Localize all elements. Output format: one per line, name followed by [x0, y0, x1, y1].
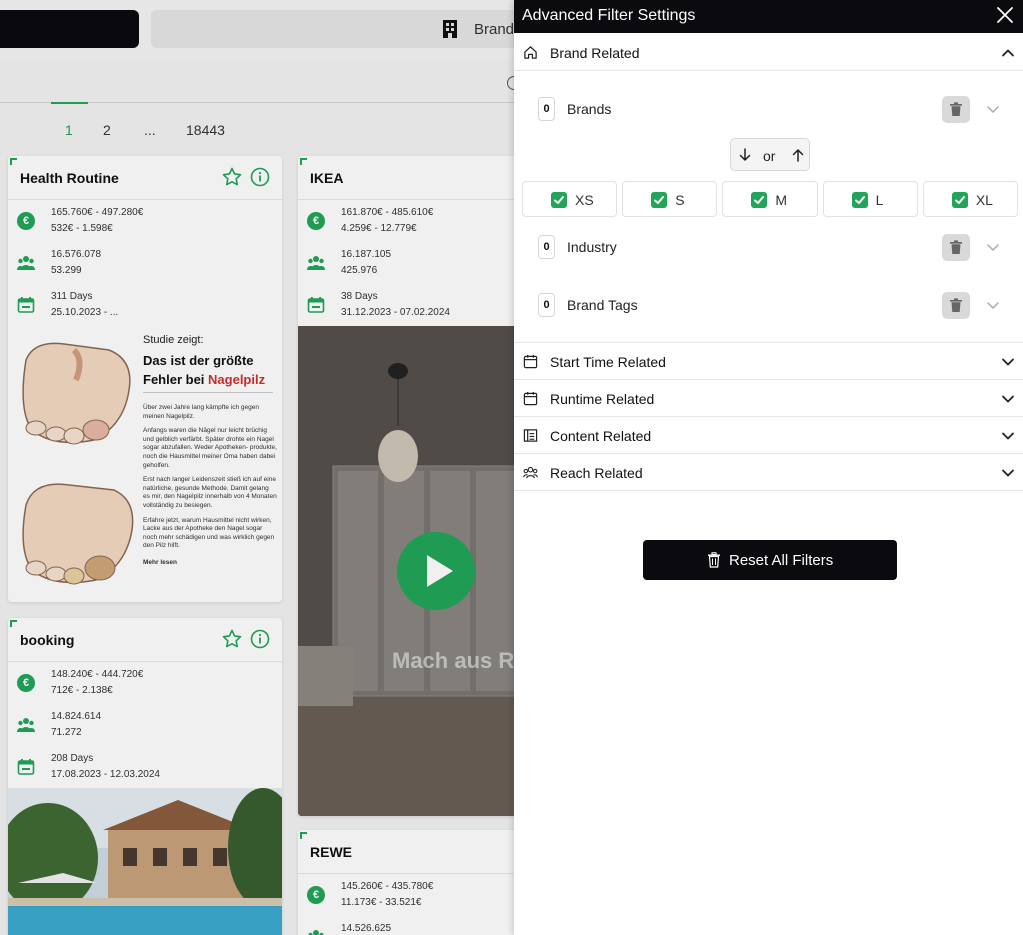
count-badge: 0 — [538, 235, 555, 259]
section-label: Runtime Related — [550, 391, 655, 407]
calendar-icon — [523, 354, 538, 369]
size-label: XS — [575, 192, 594, 208]
filter-brands[interactable]: 0 Brands — [514, 89, 1023, 129]
checkbox-icon[interactable] — [951, 192, 968, 208]
filter-label: Brand Tags — [567, 297, 638, 313]
size-label: XL — [975, 192, 993, 208]
chevron-down-icon — [1002, 432, 1014, 440]
clear-brands-button[interactable] — [942, 96, 970, 123]
section-content-related[interactable]: Content Related — [514, 417, 1023, 454]
trash-icon — [708, 552, 720, 568]
reset-all-filters-button[interactable]: Reset All Filters — [643, 540, 897, 580]
size-option-l[interactable]: L — [822, 181, 918, 217]
trash-icon — [950, 240, 962, 254]
chevron-down-icon — [1002, 395, 1014, 403]
trash-icon — [950, 298, 962, 312]
advanced-filter-panel: Advanced Filter Settings Brand Related 0… — [514, 0, 1023, 935]
section-label: Start Time Related — [550, 354, 666, 370]
filter-label: Industry — [567, 239, 617, 255]
size-option-s[interactable]: S — [622, 181, 718, 217]
filter-brand-tags[interactable]: 0 Brand Tags — [514, 285, 1023, 325]
home-icon — [524, 46, 537, 59]
clear-brand-tags-button[interactable] — [942, 292, 970, 319]
arrow-down-icon — [739, 148, 751, 161]
checkbox-icon[interactable] — [851, 192, 868, 208]
checkbox-icon[interactable] — [551, 192, 567, 208]
reset-label: Reset All Filters — [729, 552, 834, 569]
chevron-down-icon[interactable] — [986, 298, 1000, 312]
panel-header: Advanced Filter Settings — [514, 0, 1023, 33]
filter-industry[interactable]: 0 Industry — [514, 227, 1023, 267]
section-brand-related[interactable]: Brand Related — [514, 34, 1023, 71]
background-dim-overlay[interactable] — [0, 0, 514, 935]
size-filter-group: XS S M L XL — [522, 181, 1019, 217]
section-reach-related[interactable]: Reach Related — [514, 454, 1023, 491]
size-option-m[interactable]: M — [722, 181, 818, 217]
close-icon[interactable] — [995, 5, 1015, 25]
panel-title: Advanced Filter Settings — [522, 7, 696, 24]
clear-industry-button[interactable] — [942, 234, 970, 261]
count-badge: 0 — [538, 97, 555, 121]
size-option-xl[interactable]: XL — [922, 181, 1019, 217]
content-icon — [523, 429, 538, 442]
size-label: L — [875, 192, 884, 208]
section-label: Reach Related — [550, 465, 643, 481]
chevron-down-icon — [1002, 469, 1014, 477]
section-start-time-related[interactable]: Start Time Related — [514, 343, 1023, 380]
trash-icon — [950, 102, 962, 116]
section-runtime-related[interactable]: Runtime Related — [514, 380, 1023, 417]
section-label: Content Related — [550, 428, 652, 444]
chevron-down-icon — [1002, 358, 1014, 366]
chevron-down-icon[interactable] — [986, 102, 1000, 116]
chevron-up-icon — [1002, 49, 1014, 57]
arrow-up-icon — [792, 149, 804, 162]
checkbox-icon[interactable] — [751, 192, 768, 208]
logic-toggle-label: or — [763, 148, 776, 164]
size-label: S — [675, 192, 685, 208]
logic-toggle[interactable]: or — [730, 138, 810, 171]
count-badge: 0 — [538, 293, 555, 317]
filter-label: Brands — [567, 101, 612, 117]
size-option-xs[interactable]: XS — [522, 181, 618, 217]
size-label: M — [775, 192, 788, 208]
chevron-down-icon[interactable] — [986, 240, 1000, 254]
checkbox-icon[interactable] — [651, 192, 668, 208]
section-label: Brand Related — [550, 45, 640, 61]
calendar-icon — [523, 391, 538, 406]
users-icon — [523, 466, 538, 479]
